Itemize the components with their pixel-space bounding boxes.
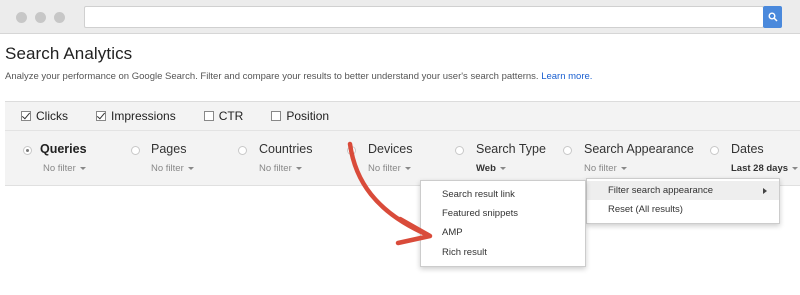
subtitle-text: Analyze your performance on Google Searc… <box>5 71 539 82</box>
dimension-label: Search Appearance <box>584 142 694 156</box>
pages-radio[interactable] <box>131 146 140 155</box>
metric-position[interactable]: Position <box>271 109 329 123</box>
search-type-filter-dropdown[interactable]: Web <box>476 163 506 174</box>
dimension-label: Devices <box>368 142 413 156</box>
metric-label: Position <box>286 109 330 123</box>
chevron-down-icon <box>187 166 194 170</box>
menu-item-label: Search result link <box>442 189 515 200</box>
devices-filter-dropdown[interactable]: No filter <box>368 163 411 174</box>
search-appearance-filter-dropdown[interactable]: No filter <box>584 163 627 174</box>
menu-item-label: Featured snippets <box>442 208 519 219</box>
search-icon <box>768 12 778 22</box>
menu-item-reset[interactable]: Reset (All results) <box>587 200 779 219</box>
metric-impressions[interactable]: Impressions <box>96 109 176 123</box>
ctr-checkbox[interactable] <box>203 111 214 121</box>
window-minimize-dot[interactable] <box>35 12 46 23</box>
metric-label: Impressions <box>111 109 176 123</box>
address-bar[interactable] <box>84 6 764 28</box>
search-type-radio[interactable] <box>455 146 464 155</box>
dimension-label: Countries <box>259 142 313 156</box>
menu-item-label: Reset (All results) <box>608 204 683 215</box>
menu-item-label: Rich result <box>442 247 487 258</box>
filter-value: No filter <box>584 163 617 174</box>
filter-value: No filter <box>151 163 184 174</box>
countries-radio[interactable] <box>238 146 247 155</box>
submenu-item-featured-snippets[interactable]: Featured snippets <box>421 204 585 223</box>
chevron-down-icon <box>792 166 799 170</box>
filter-value: Last 28 days <box>731 163 789 174</box>
metric-ctr[interactable]: CTR <box>203 109 244 123</box>
filter-value: Web <box>476 163 496 174</box>
menu-item-label: Filter search appearance <box>608 185 714 196</box>
dimension-label: Search Type <box>476 142 546 156</box>
metric-clicks[interactable]: Clicks <box>21 109 68 123</box>
dimension-label: Pages <box>151 142 187 156</box>
metric-label: CTR <box>218 109 244 123</box>
queries-filter-dropdown[interactable]: No filter <box>43 163 86 174</box>
page-title: Search Analytics <box>5 44 133 63</box>
dimension-label: Queries <box>40 142 87 156</box>
chevron-down-icon <box>295 166 302 170</box>
chevron-down-icon <box>79 166 86 170</box>
page-subtitle: Analyze your performance on Google Searc… <box>5 71 592 82</box>
learn-more-link[interactable]: Learn more. <box>541 71 592 82</box>
window-close-dot[interactable] <box>16 12 27 23</box>
menu-item-filter-search-appearance[interactable]: Filter search appearance <box>587 181 779 200</box>
menu-item-label: AMP <box>442 227 463 238</box>
dates-filter-dropdown[interactable]: Last 28 days <box>731 163 799 174</box>
filter-value: No filter <box>43 163 76 174</box>
pages-filter-dropdown[interactable]: No filter <box>151 163 194 174</box>
chevron-down-icon <box>499 166 506 170</box>
queries-radio[interactable] <box>23 146 32 155</box>
chevron-down-icon <box>620 166 627 170</box>
dates-radio[interactable] <box>710 146 719 155</box>
search-appearance-menu: Filter search appearance Reset (All resu… <box>586 178 780 224</box>
submenu-item-rich-result[interactable]: Rich result <box>421 243 585 262</box>
impressions-checkbox[interactable] <box>96 111 106 121</box>
countries-filter-dropdown[interactable]: No filter <box>259 163 302 174</box>
submenu-item-search-result-link[interactable]: Search result link <box>421 185 585 204</box>
search-appearance-radio[interactable] <box>563 146 572 155</box>
chevron-down-icon <box>404 166 411 170</box>
filter-value: No filter <box>368 163 401 174</box>
filter-value: No filter <box>259 163 292 174</box>
metrics-bar: Clicks Impressions CTR Position <box>5 101 800 131</box>
chevron-right-icon <box>763 188 767 194</box>
submenu-item-amp[interactable]: AMP <box>421 223 585 242</box>
search-appearance-submenu: Search result link Featured snippets AMP… <box>420 180 586 267</box>
clicks-checkbox[interactable] <box>21 111 31 121</box>
browser-chrome <box>0 0 800 34</box>
search-button[interactable] <box>763 6 782 28</box>
window-maximize-dot[interactable] <box>54 12 65 23</box>
devices-radio[interactable] <box>347 146 356 155</box>
dimension-label: Dates <box>731 142 764 156</box>
position-checkbox[interactable] <box>271 111 282 121</box>
metric-label: Clicks <box>36 109 68 123</box>
